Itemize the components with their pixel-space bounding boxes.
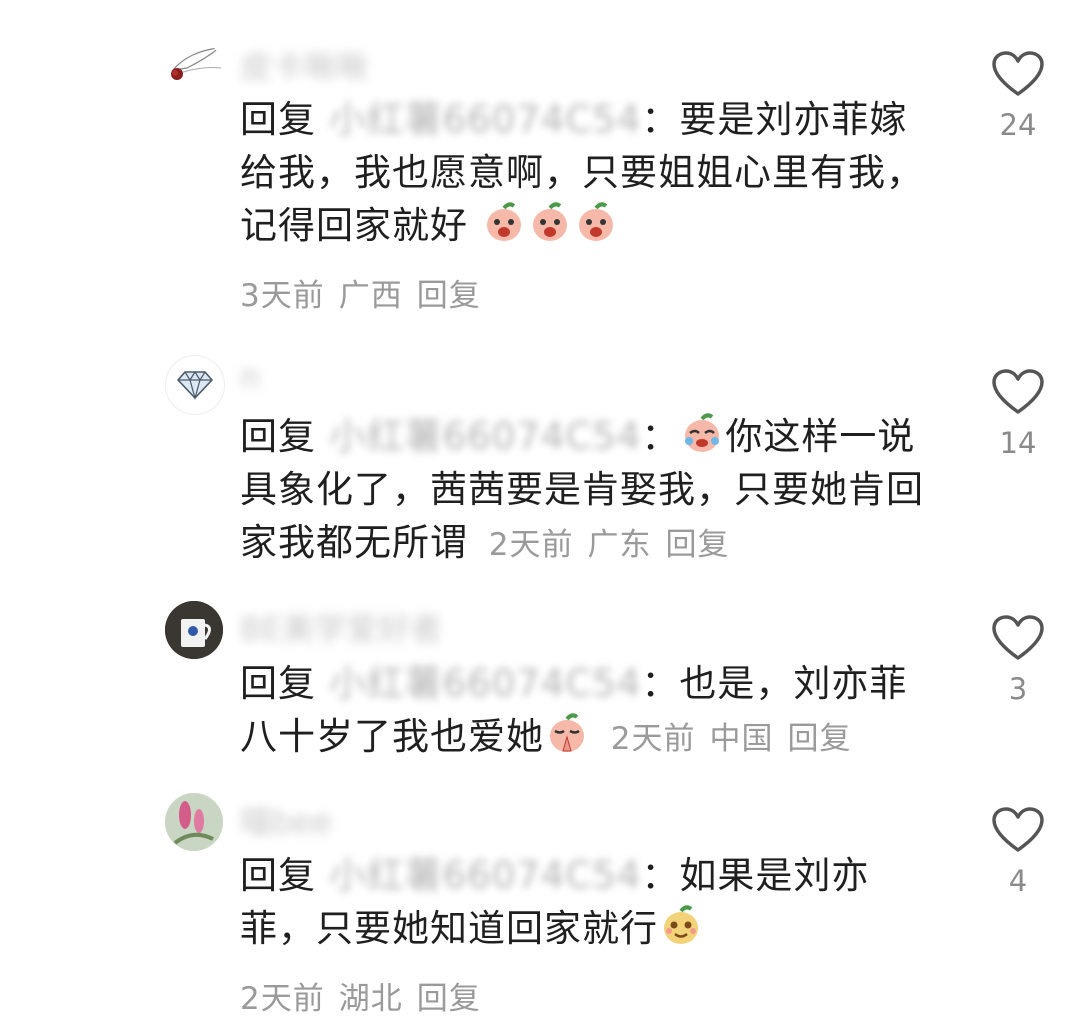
- laughing-peach-emoji-icon: [532, 202, 567, 241]
- reply-target[interactable]: 小红薯66074C54: [329, 93, 642, 146]
- reply-button[interactable]: 回复: [788, 721, 852, 757]
- laughing-peach-emoji-icon: [486, 202, 521, 241]
- like-count: 24: [999, 108, 1037, 142]
- reply-label: 回复: [240, 415, 316, 458]
- comment-time: 2天前: [240, 981, 325, 1017]
- comment-text: 回复 小红薯66074C54：如果是刘亦菲，只要她知道回家就行: [240, 849, 930, 955]
- comment-meta: 2天前 广东 回复: [489, 527, 744, 563]
- username[interactable]: n: [240, 358, 260, 396]
- username[interactable]: BE美学爱好者: [240, 604, 442, 650]
- diamond-avatar-icon: [177, 370, 213, 400]
- laughing-peach-emoji-icon: [578, 202, 613, 241]
- comment-location: 湖北: [338, 981, 403, 1017]
- like-count: 14: [999, 426, 1037, 460]
- reply-label: 回复: [240, 98, 316, 141]
- heart-icon: [992, 807, 1044, 852]
- heart-icon: [992, 51, 1044, 96]
- avatar[interactable]: [165, 355, 225, 415]
- smiling-peach-emoji-icon: [664, 905, 698, 944]
- like-button[interactable]: 4: [990, 806, 1046, 898]
- feather-rose-avatar-icon: [171, 47, 222, 80]
- comment-meta: 2天前 湖北 回复: [240, 973, 495, 1018]
- reply-target[interactable]: 小红薯66074C54: [329, 410, 642, 463]
- like-button[interactable]: 14: [990, 368, 1046, 460]
- comment-text: 回复 小红薯66074C54：也是，刘亦菲八十岁了我也爱她 2天前 中国 回复: [240, 657, 930, 766]
- comment-location: 中国: [709, 721, 774, 757]
- comment-location: 广西: [338, 278, 403, 314]
- avatar[interactable]: [165, 601, 223, 659]
- reply-label: 回复: [240, 662, 316, 705]
- username[interactable]: 喵bee: [240, 797, 332, 843]
- flower-painting-avatar-icon: [165, 793, 223, 851]
- reply-button[interactable]: 回复: [417, 981, 481, 1017]
- comment-meta: 3天前 广西 回复: [240, 270, 495, 315]
- crying-laughing-peach-emoji-icon: [685, 413, 720, 452]
- avatar[interactable]: [165, 40, 223, 98]
- reply-button[interactable]: 回复: [417, 278, 481, 314]
- username[interactable]: 皮卡啾啾: [240, 42, 368, 88]
- emoji-group: [481, 202, 619, 247]
- comment-text: 回复 小红薯66074C54：要是刘亦菲嫁给我，我也愿意啊，只要姐姐心里有我，记…: [240, 93, 930, 252]
- like-button[interactable]: 3: [990, 614, 1046, 706]
- like-count: 3: [1008, 672, 1028, 706]
- comment-location: 广东: [587, 527, 652, 563]
- comment-meta: 2天前 中国 回复: [611, 721, 866, 757]
- comment-time: 3天前: [240, 278, 325, 314]
- like-count: 4: [1008, 864, 1028, 898]
- heart-icon: [992, 615, 1044, 660]
- reply-label: 回复: [240, 854, 316, 897]
- like-button[interactable]: 24: [990, 50, 1046, 142]
- mug-avatar-icon: [165, 601, 223, 659]
- praying-peach-emoji-icon: [550, 713, 584, 752]
- heart-icon: [992, 369, 1044, 414]
- reply-target[interactable]: 小红薯66074C54: [329, 849, 642, 902]
- reply-target[interactable]: 小红薯66074C54: [329, 657, 642, 710]
- comment-text: 回复 小红薯66074C54： 你这样一说具象化了，茜茜要是肯娶我，只要她肯回家我…: [240, 410, 930, 572]
- avatar[interactable]: [165, 793, 223, 851]
- reply-button[interactable]: 回复: [666, 527, 730, 563]
- comment-time: 2天前: [610, 721, 696, 757]
- comment-time: 2天前: [488, 527, 574, 563]
